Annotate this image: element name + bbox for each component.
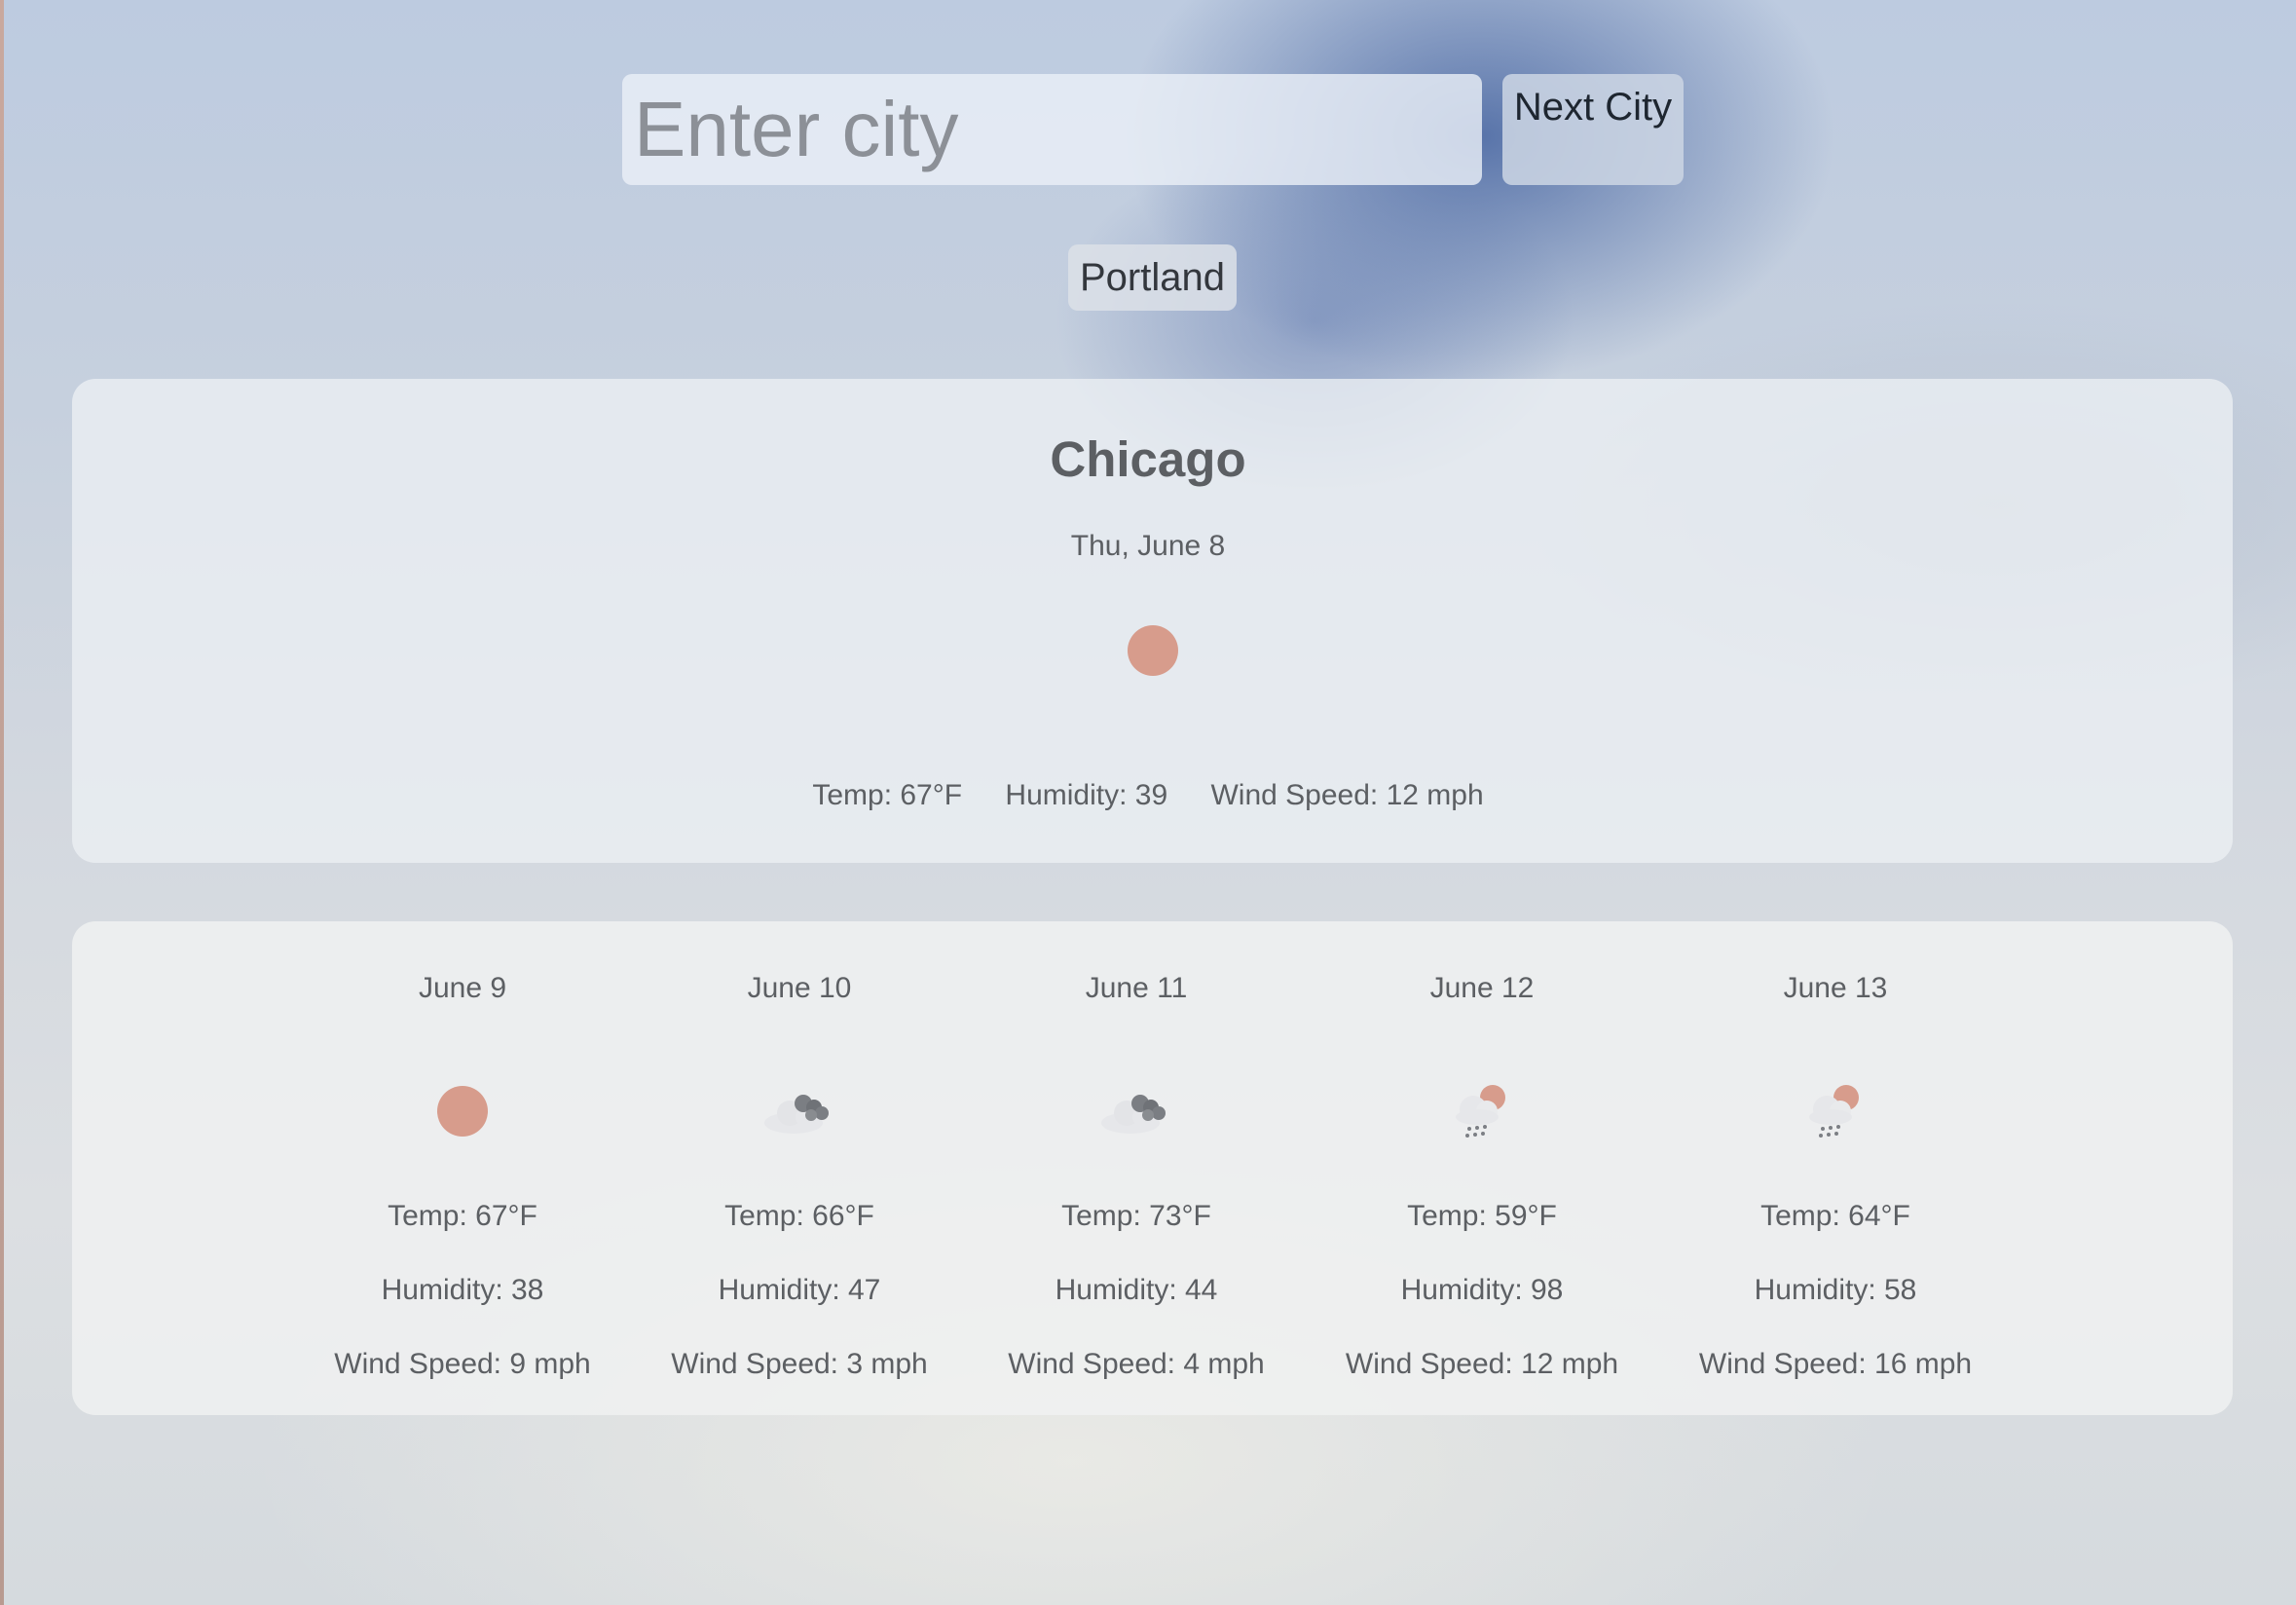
forecast-temp: Temp: 73°F [1061,1200,1211,1232]
forecast-humidity: Humidity: 44 [1055,1274,1218,1306]
forecast-date: June 10 [747,972,852,1004]
forecast-humidity: Humidity: 98 [1400,1274,1564,1306]
sun-rain-icon [1689,1076,1981,1146]
cloud-icon [990,1076,1282,1146]
current-humidity: Humidity: 39 [1005,779,1168,811]
next-city-button[interactable]: Next City [1502,74,1684,185]
current-wind-speed: Wind Speed: 12 mph [1210,779,1484,811]
forecast-day: June 12 Temp: 59°F Humidity: 98 Wind Spe… [1336,971,1628,1382]
cloud-icon [653,1076,945,1146]
sun-rain-icon [1336,1076,1628,1146]
current-date: Thu, June 8 [1070,530,1226,562]
city-search-input[interactable] [622,74,1482,185]
forecast-wind-speed: Wind Speed: 12 mph [1345,1348,1619,1380]
forecast-date: June 11 [1085,972,1188,1004]
forecast-day: June 11 Temp: 73°F Humidity: 44 Wind Spe… [990,971,1282,1382]
forecast-humidity: Humidity: 58 [1754,1274,1917,1306]
forecast-day: June 9 Temp: 67°F Humidity: 38 Wind Spee… [316,971,609,1382]
forecast-wind-speed: Wind Speed: 4 mph [1008,1348,1265,1380]
forecast-wind-speed: Wind Speed: 16 mph [1698,1348,1973,1380]
forecast-humidity: Humidity: 47 [718,1274,881,1306]
forecast-temp: Temp: 59°F [1407,1200,1557,1232]
forecast-temp: Temp: 66°F [724,1200,874,1232]
forecast-date: June 9 [418,972,507,1004]
forecast-day: June 10 Temp: 66°F Humidity: 47 Wind Spe… [653,971,945,1382]
current-stats: Temp: 67°F Humidity: 39 Wind Speed: 12 m… [0,779,2296,812]
forecast-humidity: Humidity: 38 [381,1274,544,1306]
history-city-button-portland[interactable]: Portland [1068,244,1237,311]
forecast-date: June 12 [1429,972,1535,1004]
forecast-date: June 13 [1783,972,1888,1004]
forecast-temp: Temp: 64°F [1760,1200,1910,1232]
forecast-wind-speed: Wind Speed: 3 mph [671,1348,928,1380]
forecast-wind-speed: Wind Speed: 9 mph [334,1348,591,1380]
current-city-name: Chicago [1050,431,1246,487]
forecast-temp: Temp: 67°F [388,1200,537,1232]
forecast-day: June 13 Temp: 64°F Humidity: 58 Wind Spe… [1689,971,1981,1382]
sun-icon [1128,625,1178,681]
current-temp: Temp: 67°F [812,779,963,811]
sun-icon [316,1076,609,1146]
